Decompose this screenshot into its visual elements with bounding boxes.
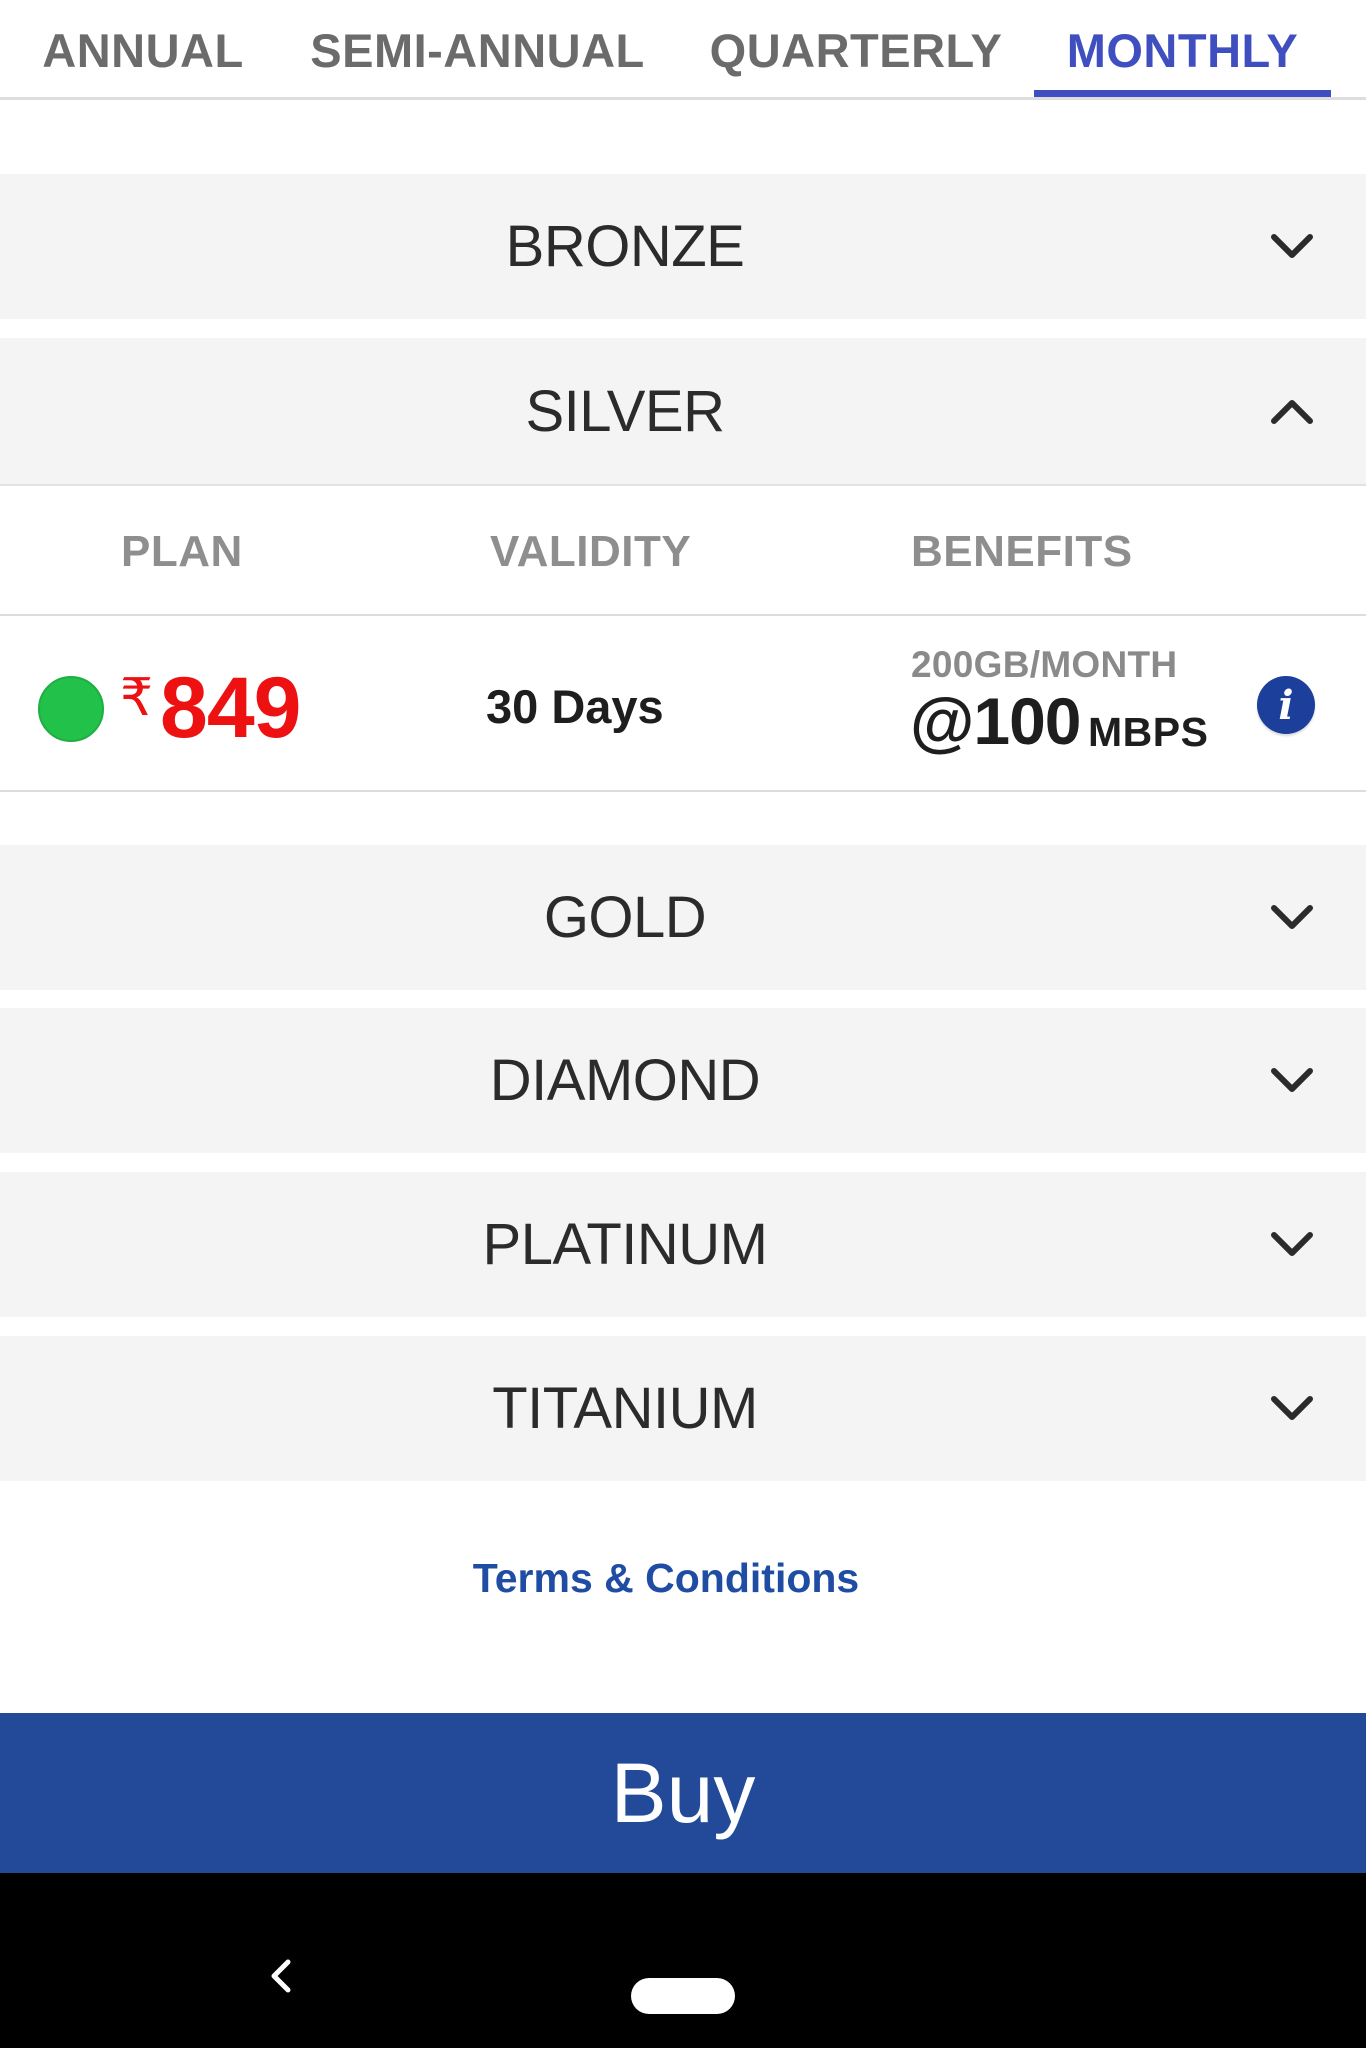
plans-screen: ANNUAL SEMI-ANNUAL QUARTERLY MONTHLY BRO… (0, 0, 1366, 2048)
speed-unit: MBPS (1088, 709, 1209, 755)
tab-semi-annual[interactable]: SEMI-ANNUAL (300, 10, 655, 90)
currency-symbol: ₹ (120, 668, 154, 728)
chevron-down-icon (1271, 904, 1313, 929)
accordion-title: BRONZE (505, 214, 745, 279)
back-arrow-icon[interactable] (262, 1957, 300, 1995)
chevron-down-icon (1271, 233, 1313, 258)
data-allowance: 200GB/MONTH (911, 644, 1178, 685)
tab-annual[interactable]: ANNUAL (38, 10, 248, 90)
accordion-title: GOLD (543, 885, 707, 950)
chevron-up-icon (1271, 400, 1313, 424)
terms-link[interactable]: Terms & Conditions (0, 1555, 1332, 1602)
accordion-title: SILVER (525, 378, 725, 444)
accordion-title: DIAMOND (489, 1048, 761, 1113)
period-tabs: ANNUAL SEMI-ANNUAL QUARTERLY MONTHLY (0, 0, 1366, 100)
chevron-down-icon (1271, 1395, 1313, 1420)
home-pill-icon[interactable] (631, 1978, 735, 2014)
accordion-diamond[interactable]: DIAMOND (0, 1008, 1366, 1153)
plan-row[interactable]: ₹ 849 30 Days 200GB/MONTH @100 MBPS (0, 617, 1366, 792)
plan-table-header: PLAN VALIDITY BENEFITS (0, 487, 1366, 616)
accordion-title: TITANIUM (492, 1376, 758, 1441)
column-header-plan: PLAN (121, 527, 243, 576)
accordion-bronze[interactable]: BRONZE (0, 174, 1366, 319)
accordion-silver[interactable]: SILVER (0, 338, 1366, 486)
chevron-down-icon (1271, 1231, 1313, 1256)
info-icon[interactable]: i (1257, 676, 1315, 734)
chevron-down-icon (1271, 1067, 1313, 1092)
plan-select-radio[interactable] (38, 676, 104, 742)
accordion-platinum[interactable]: PLATINUM (0, 1172, 1366, 1317)
active-tab-indicator (1034, 90, 1331, 97)
tab-monthly[interactable]: MONTHLY (1034, 10, 1331, 90)
plan-validity: 30 Days (486, 680, 664, 733)
tab-quarterly[interactable]: QUARTERLY (706, 10, 1006, 90)
accordion-titanium[interactable]: TITANIUM (0, 1336, 1366, 1481)
system-nav-bar (0, 1873, 1366, 2048)
accordion-title: PLATINUM (482, 1212, 768, 1277)
column-header-validity: VALIDITY (490, 527, 692, 576)
buy-button[interactable]: Buy (0, 1713, 1366, 1873)
column-header-benefits: BENEFITS (911, 527, 1133, 576)
accordion-gold[interactable]: GOLD (0, 845, 1366, 990)
speed-value: @100 (910, 684, 1081, 758)
plan-price: 849 (160, 660, 301, 756)
